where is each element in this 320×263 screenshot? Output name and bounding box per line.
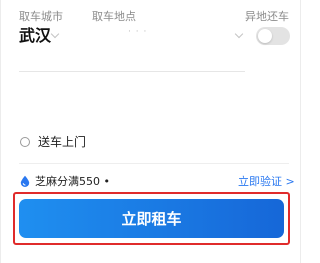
pickup-location-value[interactable]: · · ·: [128, 27, 147, 37]
pickup-city-label: 取车城市: [19, 10, 63, 23]
chevron-down-icon[interactable]: [234, 29, 244, 39]
rent-now-button[interactable]: 立即租车: [19, 199, 284, 238]
card-right-border: [300, 0, 301, 263]
drop-icon: [20, 175, 30, 187]
diff-return-toggle[interactable]: [256, 27, 290, 45]
card-left-border: [0, 0, 1, 263]
delivery-radio[interactable]: [20, 137, 30, 147]
pickup-city-value[interactable]: 武汉: [19, 26, 51, 46]
pickup-location-label: 取车地点: [92, 10, 136, 23]
diff-return-label: 异地还车: [245, 10, 289, 23]
chevron-down-icon[interactable]: [50, 29, 60, 39]
toggle-knob: [258, 29, 272, 43]
delivery-label[interactable]: 送车上门: [38, 135, 86, 149]
location-divider: [19, 71, 245, 72]
rental-form-card: 取车城市 武汉 取车地点 · · · 异地还车 送车上门 芝麻分满550 • 立…: [0, 0, 301, 263]
verify-link[interactable]: 立即验证 >: [238, 175, 295, 188]
section-divider: [19, 163, 289, 164]
credit-score-text: 芝麻分满550 •: [35, 175, 110, 188]
